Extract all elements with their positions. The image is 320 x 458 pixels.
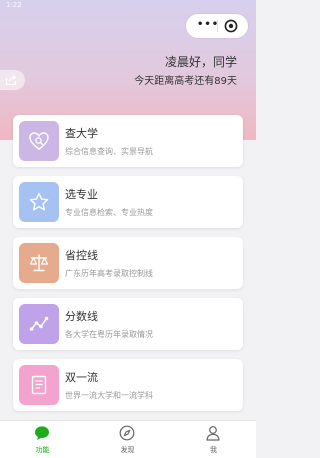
feature-title: 查大学 bbox=[65, 127, 98, 140]
bottom-tab-bar: 功能 发现 我 bbox=[0, 420, 256, 458]
share-icon bbox=[5, 74, 17, 86]
heart-search-icon bbox=[29, 132, 49, 150]
feature-title: 省控线 bbox=[65, 249, 98, 262]
feature-title: 双一流 bbox=[65, 371, 98, 384]
star-icon bbox=[29, 192, 49, 211]
document-icon bbox=[31, 375, 47, 395]
feature-title: 分数线 bbox=[65, 310, 98, 323]
balance-scale-icon bbox=[29, 254, 49, 272]
exam-countdown: 今天距离高考还有89天 bbox=[134, 76, 237, 87]
feature-description: 专业信息检索、专业热度 bbox=[65, 208, 153, 217]
feature-card-double-first-class[interactable]: 双一流 世界一流大学和一流学科 bbox=[13, 359, 243, 411]
tab-discover[interactable]: 发现 bbox=[85, 421, 170, 458]
target-circle-icon[interactable] bbox=[224, 19, 238, 33]
feature-icon-bg bbox=[19, 182, 59, 222]
more-dots-icon[interactable]: ••• bbox=[197, 20, 219, 30]
feature-card-score-line[interactable]: 分数线 各大学在粤历年录取情况 bbox=[13, 298, 243, 350]
mini-program-capsule: ••• bbox=[186, 14, 248, 38]
feature-description: 世界一流大学和一流学科 bbox=[65, 391, 153, 400]
feature-title: 选专业 bbox=[65, 188, 98, 201]
tab-functions[interactable]: 功能 bbox=[0, 421, 85, 458]
tab-label: 功能 bbox=[35, 446, 50, 454]
capsule-divider bbox=[217, 20, 218, 32]
feature-description: 各大学在粤历年录取情况 bbox=[65, 330, 153, 339]
tab-label: 我 bbox=[210, 446, 217, 454]
feature-icon-bg bbox=[19, 365, 59, 405]
tab-me[interactable]: 我 bbox=[171, 421, 256, 458]
feature-card-university[interactable]: 查大学 综合信息查询、实景导航 bbox=[13, 115, 243, 167]
greeting-text: 凌晨好，同学 bbox=[164, 55, 237, 69]
feature-icon-bg bbox=[19, 121, 59, 161]
trend-line-icon bbox=[29, 316, 49, 331]
status-time: 1:22 bbox=[6, 1, 22, 9]
feature-icon-bg bbox=[19, 243, 59, 283]
chat-bubble-icon bbox=[35, 426, 49, 440]
share-button[interactable] bbox=[0, 70, 25, 90]
feature-card-major[interactable]: 选专业 专业信息检索、专业热度 bbox=[13, 176, 243, 228]
compass-icon bbox=[119, 425, 135, 441]
feature-card-control-line[interactable]: 省控线 广东历年高考录取控制线 bbox=[13, 237, 243, 289]
tab-label: 发现 bbox=[120, 446, 135, 454]
person-icon bbox=[206, 426, 220, 441]
feature-description: 广东历年高考录取控制线 bbox=[65, 269, 153, 278]
feature-icon-bg bbox=[19, 304, 59, 344]
feature-description: 综合信息查询、实景导航 bbox=[65, 147, 153, 156]
